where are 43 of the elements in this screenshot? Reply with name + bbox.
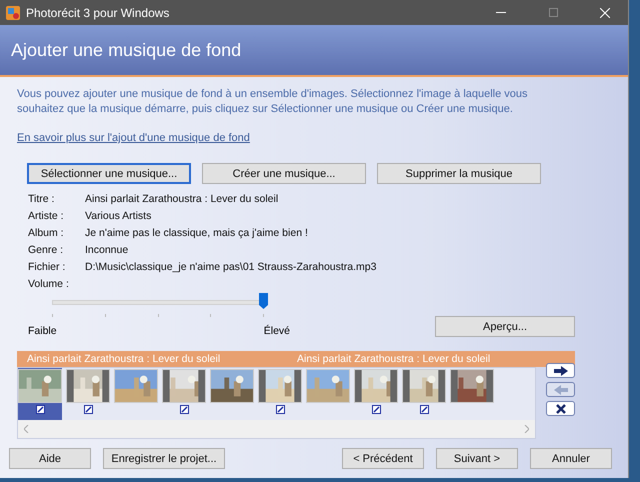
detail-value: Inconnue	[85, 244, 128, 256]
volume-label: Volume :	[28, 278, 70, 290]
edit-icon[interactable]	[36, 404, 44, 414]
move-button[interactable]	[546, 363, 575, 378]
slider-thumb[interactable]	[259, 293, 268, 309]
detail-label: Titre :	[28, 192, 56, 204]
detail-value: D:\Music\classique_je n'aime pas\01 Strauss-Zarahoustra.mp3	[85, 260, 376, 272]
footer-button[interactable]: Suivant >	[436, 448, 518, 469]
delete-button[interactable]	[546, 401, 575, 416]
delete-icon	[556, 404, 566, 414]
edit-icon[interactable]	[372, 404, 380, 414]
detail-value: Je n'aime pas le classique, mais ça j'aime bien !	[85, 226, 308, 238]
detail-label: Fichier :	[28, 260, 66, 272]
thumbnail[interactable]	[18, 368, 62, 420]
music-button[interactable]: Supprimer la musique	[377, 163, 541, 184]
edit-icon[interactable]	[84, 404, 92, 414]
learn-more-link[interactable]: En savoir plus sur l'ajout d'une musique de fond	[17, 132, 250, 144]
detail-label: Album :	[28, 226, 65, 238]
footer-button[interactable]: Aide	[9, 448, 91, 469]
app-icon	[6, 6, 20, 20]
min-label: Faible	[28, 325, 57, 337]
footer-button[interactable]: < Précédent	[342, 448, 424, 469]
detail-label: Genre :	[28, 244, 64, 256]
detail-value: Ainsi parlait Zarathoustra : Lever du soleil	[85, 192, 278, 204]
preview-button[interactable]: Aperçu...	[435, 316, 575, 337]
music-button[interactable]: Sélectionner une musique...	[27, 163, 191, 184]
max-label: Élevé	[264, 325, 290, 337]
music-button[interactable]: Créer une musique...	[202, 163, 366, 184]
detail-value: Various Artists	[85, 210, 152, 222]
arrow-right-icon	[554, 366, 568, 376]
page-title: Ajouter une musique de fond	[11, 40, 242, 60]
arrow-left-icon	[554, 384, 568, 394]
footer-button[interactable]: Enregistrer le projet...	[103, 448, 225, 469]
intro-text: Vous pouvez ajouter une musique de fond à un ensemble d'images. Sélectionnez l'image à laquelle vous souhaitez que la musique démarre, puis cliquez sur Sélectionner une musique ou Créer une musique.	[17, 87, 529, 117]
edit-icon[interactable]	[420, 404, 428, 414]
edit-icon[interactable]	[180, 404, 188, 414]
close-icon[interactable]	[600, 8, 610, 18]
window-title: Photorécit 3 pour Windows	[26, 6, 170, 20]
footer-button[interactable]: Annuler	[530, 448, 612, 469]
music-track-label: Ainsi parlait Zarathoustra : Lever du soleil	[296, 353, 492, 365]
music-track-label: Ainsi parlait Zarathoustra : Lever du soleil	[26, 353, 222, 365]
edit-icon[interactable]	[276, 404, 284, 414]
detail-label: Artiste :	[28, 210, 65, 222]
